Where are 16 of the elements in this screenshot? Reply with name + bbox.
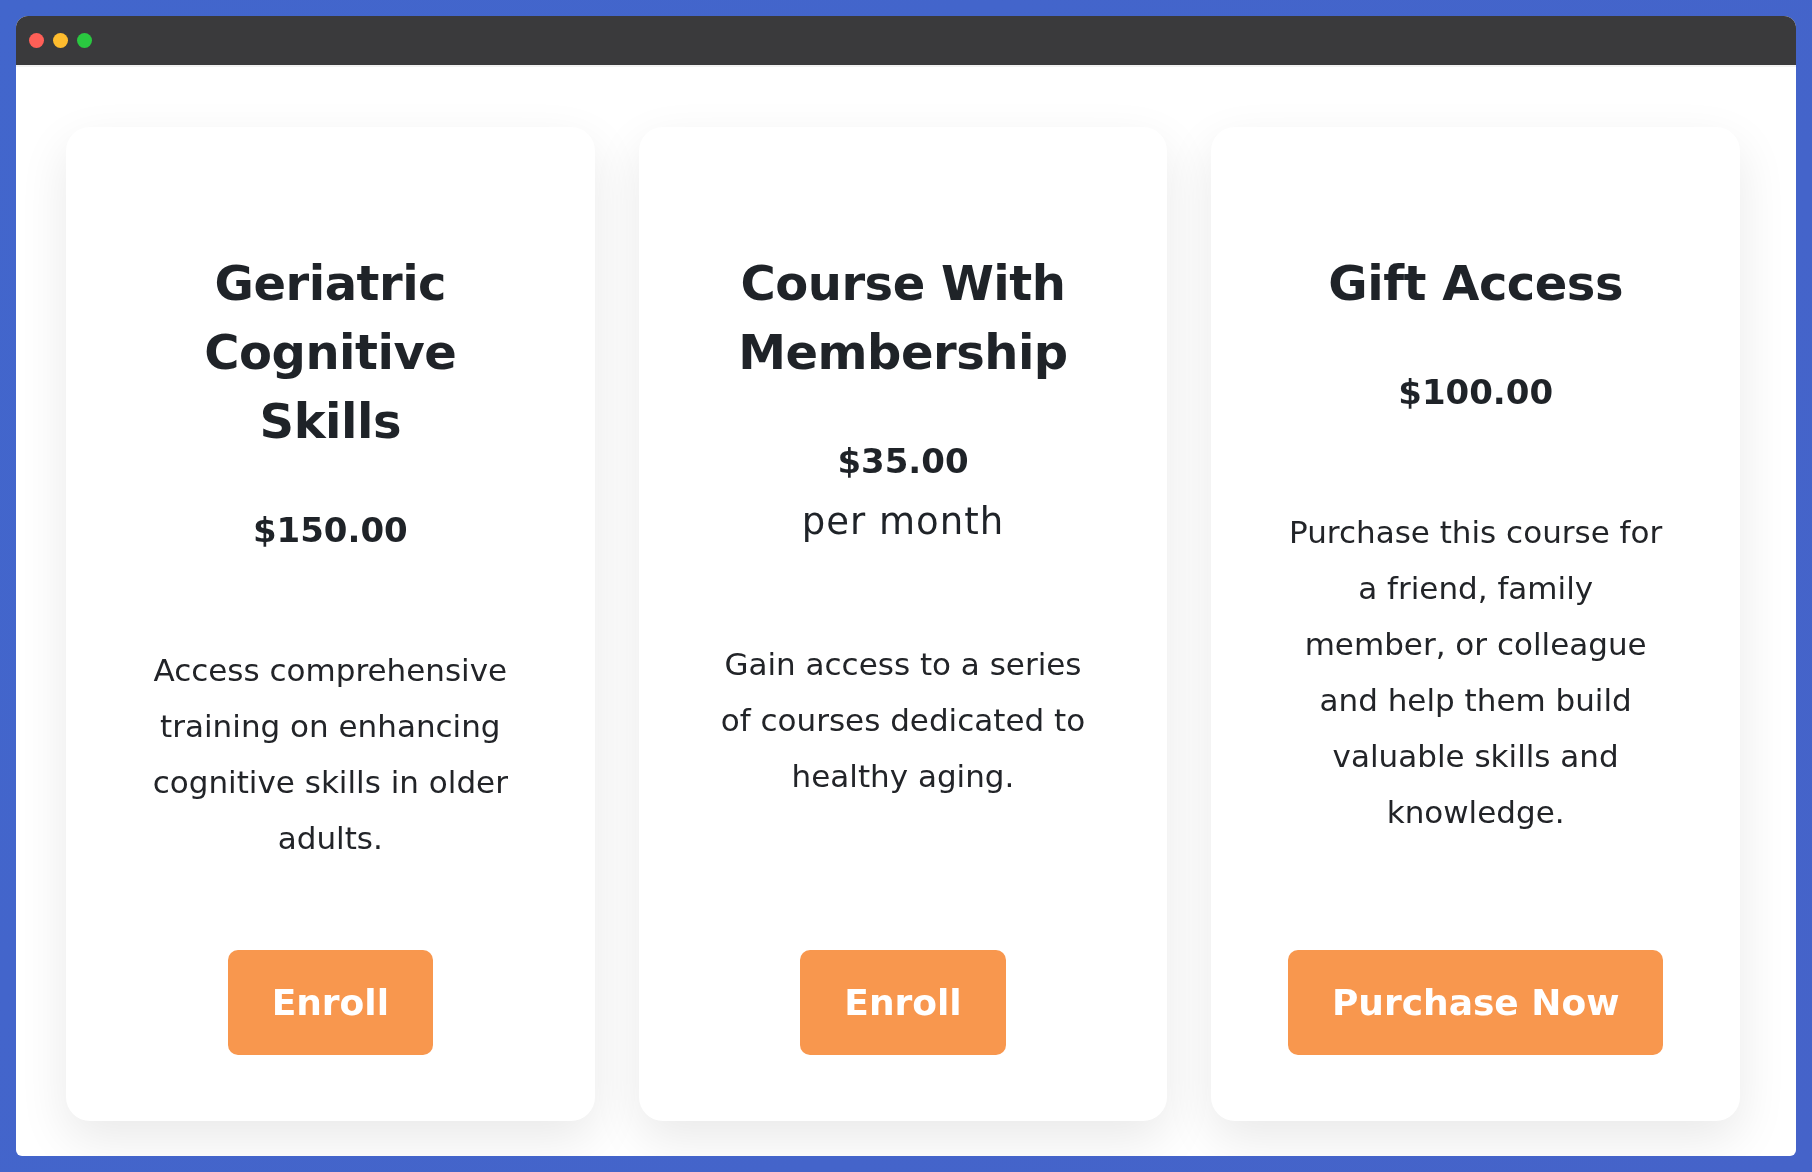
plan-description: Purchase this course for a friend, family member, or colleague and help them build valuable skills and knowledge.	[1288, 513, 1664, 832]
plan-title: Gift Access	[1328, 254, 1623, 313]
plan-description: Gain access to a series of courses dedicated to healthy aging.	[719, 645, 1087, 796]
plan-title: Geriatric Cognitive Skills	[203, 254, 458, 451]
plan-price: $35.00	[837, 440, 969, 483]
plan-description: Access comprehensive training on enhancing cognitive skills in older adults.	[151, 651, 509, 858]
action-button[interactable]: Enroll	[800, 950, 1006, 1055]
billing-period: per month	[801, 499, 1005, 545]
action-button[interactable]: Purchase Now	[1287, 950, 1664, 1055]
plan-title: Course With Membership	[737, 254, 1069, 382]
action-button[interactable]: Enroll	[227, 950, 433, 1055]
plan-price: $150.00	[252, 509, 408, 552]
plan-price: $100.00	[1398, 371, 1554, 414]
window-control-icon[interactable]	[29, 33, 44, 48]
window-control-icon[interactable]	[77, 33, 92, 48]
window-control-icon[interactable]	[53, 33, 68, 48]
